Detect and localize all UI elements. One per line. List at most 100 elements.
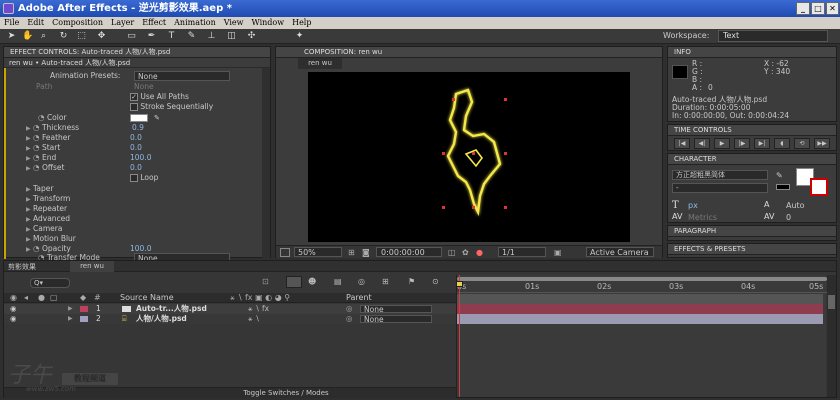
timeline-tab-2[interactable]: ren wu (70, 261, 114, 272)
parent-header[interactable]: Parent (346, 293, 372, 302)
kerning-value[interactable]: Metrics (688, 213, 717, 222)
first-frame-icon[interactable]: |◀ (674, 138, 690, 149)
channel-icon[interactable]: ● (476, 248, 483, 257)
maximize-button[interactable]: □ (811, 2, 825, 15)
pen-tool-icon[interactable]: ✒ (146, 31, 157, 42)
ram-preview-icon[interactable]: ▶▶ (814, 138, 830, 149)
toggle-switches-modes-button[interactable]: Toggle Switches / Modes (226, 388, 346, 398)
group-transform[interactable]: ▶ Transform (26, 194, 70, 204)
effect-controls-tab[interactable]: EFFECT CONTROLS: Auto-traced 人物/人物.psd (4, 47, 270, 58)
close-button[interactable]: ✕ (826, 2, 839, 15)
paragraph-tab[interactable]: PARAGRAPH (668, 226, 836, 237)
stopwatch-icon[interactable]: ◔ (38, 113, 45, 122)
stopwatch-icon[interactable]: ◔ (33, 244, 40, 253)
expand-triangle-icon[interactable]: ▶ (26, 206, 31, 213)
group-repeater[interactable]: ▶ Repeater (26, 204, 67, 214)
resolution-select[interactable]: 1/1 (498, 247, 546, 257)
presets-select[interactable]: None (134, 71, 230, 81)
expand-triangle-icon[interactable]: ▶ (26, 226, 31, 233)
expand-triangle-icon[interactable]: ▶ (26, 196, 31, 203)
layer-2-bar[interactable] (457, 314, 823, 324)
timeline-graph-area[interactable]: 0s 01s 02s 03s 04s 05s (456, 275, 827, 397)
menu-layer[interactable]: Layer (107, 17, 138, 29)
camera-snapshot-icon[interactable]: ◙ (362, 248, 372, 257)
zoom-tool-icon[interactable]: ⌕ (38, 31, 49, 42)
region-icon[interactable] (280, 248, 290, 257)
use-all-paths-checkbox[interactable]: ✓ Use All Paths (130, 92, 189, 102)
expand-triangle-icon[interactable]: ▶ (26, 236, 31, 243)
expand-triangle-icon[interactable]: ▶ (26, 186, 31, 193)
draft-3d-icon[interactable] (286, 276, 302, 288)
black-swatch[interactable] (776, 184, 790, 190)
keyframe-icon[interactable]: ⊙ (432, 277, 439, 286)
workspace-select[interactable]: Text (718, 30, 828, 42)
time-controls-tab[interactable]: TIME CONTROLS (668, 125, 836, 136)
clone-tool-icon[interactable]: ⊥ (206, 31, 217, 42)
menu-file[interactable]: File (0, 17, 23, 29)
mask-tool-icon[interactable]: ▭ (126, 31, 137, 42)
visibility-eye-icon[interactable]: ◉ (10, 314, 17, 324)
font-select[interactable]: 方正超粗黑简体 (672, 170, 768, 180)
label-color-swatch[interactable] (80, 316, 88, 322)
menu-view[interactable]: View (220, 17, 248, 29)
next-frame-icon[interactable]: |▶ (734, 138, 750, 149)
hand-tool-icon[interactable]: ✋ (22, 31, 33, 42)
font-style-select[interactable]: - (672, 183, 768, 193)
parent-select[interactable]: None (360, 315, 432, 323)
hide-shy-icon[interactable]: ☻ (308, 277, 316, 286)
stopwatch-icon[interactable]: ◔ (33, 153, 40, 162)
timeline-search-input[interactable]: Q▾ (30, 278, 70, 288)
time-ruler[interactable]: 0s 01s 02s 03s 04s 05s (457, 282, 827, 293)
layer-1-bar[interactable] (457, 304, 823, 314)
label-color-swatch[interactable] (80, 306, 88, 312)
zoom-select[interactable]: 50% (294, 247, 342, 257)
parent-select[interactable]: None (360, 305, 432, 313)
expand-triangle-icon[interactable]: ▶ (68, 304, 73, 314)
thickness-value[interactable]: 0.9 (132, 123, 144, 133)
effect-scrollbar[interactable] (262, 68, 270, 258)
color-swatch[interactable] (130, 114, 148, 122)
layer-switches[interactable]: ⚹ ∖ fx (248, 304, 269, 314)
comp-mini-flowchart-icon[interactable]: ⊡ (262, 277, 269, 286)
stroke-color-swatch[interactable] (810, 178, 828, 196)
snapshot-icon[interactable]: ◫ (448, 248, 456, 257)
layer-switches[interactable]: ⚹ ∖ (248, 314, 260, 324)
stroke-sequentially-checkbox[interactable]: Stroke Sequentially (130, 102, 213, 112)
menu-help[interactable]: Help (288, 17, 315, 29)
brainstorm-icon[interactable]: ⊞ (382, 277, 389, 286)
brush-tool-icon[interactable]: ✎ (186, 31, 197, 42)
font-size-value[interactable]: px (688, 201, 698, 210)
scroll-thumb[interactable] (828, 295, 835, 309)
stopwatch-icon[interactable]: ◔ (33, 163, 40, 172)
expand-triangle-icon[interactable]: ▶ (26, 216, 31, 223)
composition-viewer[interactable] (308, 72, 630, 242)
visibility-eye-icon[interactable]: ◉ (10, 304, 17, 314)
eraser-tool-icon[interactable]: ◫ (226, 31, 237, 42)
playhead-handle[interactable] (456, 281, 463, 287)
source-name-header[interactable]: Source Name (120, 293, 174, 302)
motion-blur-icon[interactable]: ◎ (358, 277, 365, 286)
character-tab[interactable]: CHARACTER (668, 154, 836, 165)
group-motion-blur[interactable]: ▶ Motion Blur (26, 234, 76, 244)
pickwhip-icon[interactable]: ◎ (346, 314, 353, 324)
offset-value[interactable]: 0.0 (130, 163, 142, 173)
timeline-scrollbar[interactable] (827, 275, 836, 397)
expand-triangle-icon[interactable]: ▶ (26, 165, 31, 172)
last-frame-icon[interactable]: ▶| (754, 138, 770, 149)
layer-name[interactable]: Auto-tr...人物.psd (136, 304, 207, 314)
roto-tool-icon[interactable]: ✦ (294, 31, 305, 42)
expand-triangle-icon[interactable]: ▶ (26, 145, 31, 152)
end-value[interactable]: 100.0 (130, 153, 151, 163)
start-value[interactable]: 0.0 (130, 143, 142, 153)
camera-select[interactable]: Active Camera (586, 247, 654, 257)
expand-triangle-icon[interactable]: ▶ (26, 135, 31, 142)
stopwatch-icon[interactable]: ◔ (33, 133, 40, 142)
layer-row-2[interactable]: ◉ ▶ 2 ⌸ 人物/人物.psd ⚹ ∖ ◎ None (4, 314, 456, 324)
pickwhip-icon[interactable]: ◎ (346, 304, 353, 314)
graph-editor-icon[interactable]: ⚑ (408, 277, 415, 286)
expand-triangle-icon[interactable]: ▶ (68, 314, 73, 324)
menu-edit[interactable]: Edit (23, 17, 48, 29)
composition-tab[interactable]: COMPOSITION: ren wu (276, 47, 662, 58)
expand-triangle-icon[interactable]: ▶ (26, 155, 31, 162)
expand-triangle-icon[interactable]: ▶ (26, 125, 31, 132)
